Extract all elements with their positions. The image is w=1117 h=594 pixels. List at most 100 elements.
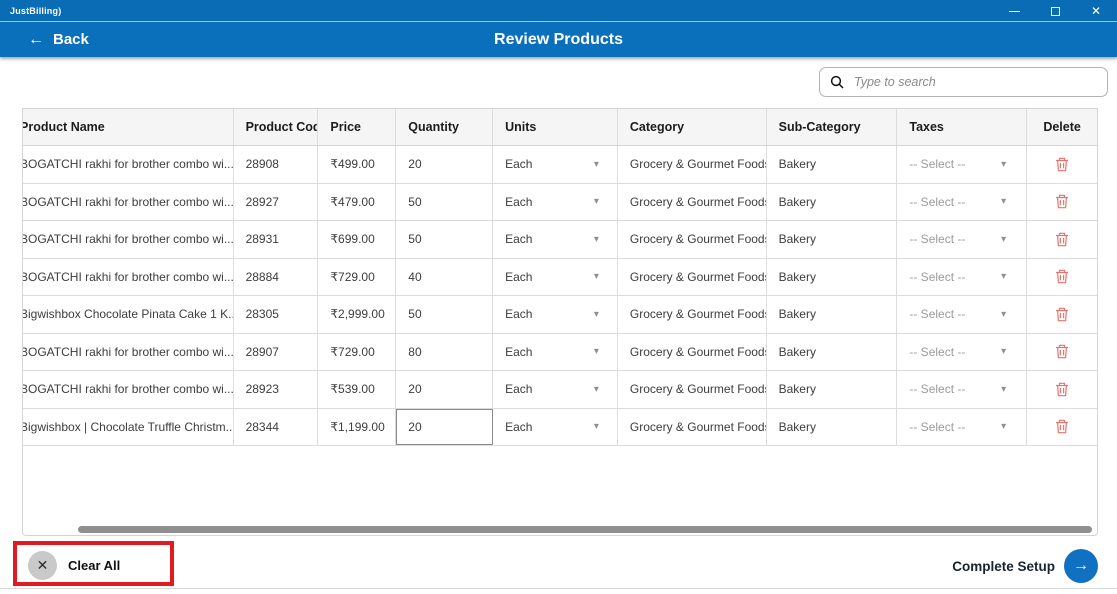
subcategory-cell: Bakery: [767, 259, 898, 296]
taxes-select[interactable]: -- Select --▾: [897, 334, 1027, 371]
subcategory-cell: Bakery: [767, 221, 898, 258]
product-code-cell: 28344: [234, 409, 319, 446]
horizontal-scrollbar-thumb[interactable]: [78, 526, 1092, 533]
units-select[interactable]: Each▾: [493, 221, 618, 258]
chevron-down-icon: ▾: [594, 196, 599, 207]
units-select[interactable]: Each▾: [493, 409, 618, 446]
search-box[interactable]: [819, 67, 1108, 97]
subcategory-cell: Bakery: [767, 296, 898, 333]
chevron-down-icon: ▾: [594, 384, 599, 395]
products-table: Product Name Product Code Price Quantity…: [22, 108, 1098, 536]
price-cell: ₹699.00: [318, 221, 396, 258]
taxes-select[interactable]: -- Select --▾: [897, 146, 1027, 183]
quantity-input[interactable]: 50: [396, 296, 493, 333]
page-title: Review Products: [0, 22, 1117, 57]
price-cell: ₹1,199.00: [318, 409, 396, 446]
delete-button[interactable]: [1027, 409, 1097, 446]
column-header-category: Category: [618, 109, 767, 145]
minimize-icon: [1009, 11, 1020, 12]
maximize-button[interactable]: [1048, 4, 1062, 18]
taxes-select[interactable]: -- Select --▾: [897, 184, 1027, 221]
chevron-down-icon: ▾: [1001, 346, 1006, 357]
page-header: ← Back Review Products: [0, 22, 1117, 57]
clear-all-button[interactable]: ✕ Clear All: [28, 551, 120, 580]
arrow-right-icon: →: [1073, 557, 1089, 575]
close-button[interactable]: ✕: [1089, 4, 1103, 18]
product-code-cell: 28927: [234, 184, 319, 221]
quantity-input[interactable]: 40: [396, 259, 493, 296]
product-name-cell: BOGATCHI rakhi for brother combo wi...: [23, 184, 234, 221]
quantity-input[interactable]: 50: [396, 221, 493, 258]
trash-icon: [1055, 194, 1069, 209]
chevron-down-icon: ▾: [1001, 421, 1006, 432]
product-code-cell: 28305: [234, 296, 319, 333]
category-cell: Grocery & Gourmet Foods: [618, 221, 767, 258]
trash-icon: [1055, 157, 1069, 172]
subcategory-cell: Bakery: [767, 409, 898, 446]
units-select[interactable]: Each▾: [493, 296, 618, 333]
product-name-cell: BOGATCHI rakhi for brother combo wi...: [23, 146, 234, 183]
quantity-input[interactable]: 20: [396, 371, 493, 408]
product-name-cell: Bigwishbox Chocolate Pinata Cake 1 K...: [23, 296, 234, 333]
delete-button[interactable]: [1027, 334, 1097, 371]
category-cell: Grocery & Gourmet Foods: [618, 409, 767, 446]
delete-button[interactable]: [1027, 184, 1097, 221]
complete-setup-button[interactable]: Complete Setup →: [952, 549, 1098, 583]
subcategory-cell: Bakery: [767, 184, 898, 221]
chevron-down-icon: ▾: [1001, 309, 1006, 320]
chevron-down-icon: ▾: [594, 271, 599, 282]
product-code-cell: 28931: [234, 221, 319, 258]
product-name-cell: BOGATCHI rakhi for brother combo wi...: [23, 334, 234, 371]
table-row: Bigwishbox Chocolate Pinata Cake 1 K... …: [23, 296, 1097, 334]
delete-button[interactable]: [1027, 296, 1097, 333]
window-controls: ✕: [1007, 0, 1103, 22]
taxes-select[interactable]: -- Select --▾: [897, 371, 1027, 408]
trash-icon: [1055, 269, 1069, 284]
price-cell: ₹499.00: [318, 146, 396, 183]
delete-button[interactable]: [1027, 146, 1097, 183]
column-header-sub-category: Sub-Category: [767, 109, 898, 145]
chevron-down-icon: ▾: [1001, 234, 1006, 245]
units-select[interactable]: Each▾: [493, 184, 618, 221]
column-header-product-name: Product Name: [23, 109, 234, 145]
price-cell: ₹2,999.00: [318, 296, 396, 333]
taxes-select[interactable]: -- Select --▾: [897, 221, 1027, 258]
app-window: JustBilling) ✕ ← Back Review Products Pr…: [0, 0, 1117, 594]
units-select[interactable]: Each▾: [493, 334, 618, 371]
product-name-cell: Bigwishbox | Chocolate Truffle Christm..…: [23, 409, 234, 446]
category-cell: Grocery & Gourmet Foods: [618, 259, 767, 296]
quantity-input-focused[interactable]: 20: [396, 409, 493, 446]
taxes-select[interactable]: -- Select --▾: [897, 296, 1027, 333]
units-select[interactable]: Each▾: [493, 259, 618, 296]
taxes-select[interactable]: -- Select --▾: [897, 259, 1027, 296]
minimize-button[interactable]: [1007, 4, 1021, 18]
column-header-taxes: Taxes: [897, 109, 1027, 145]
delete-button[interactable]: [1027, 259, 1097, 296]
category-cell: Grocery & Gourmet Foods: [618, 146, 767, 183]
search-input[interactable]: [854, 75, 1097, 89]
trash-icon: [1055, 344, 1069, 359]
category-cell: Grocery & Gourmet Foods: [618, 296, 767, 333]
titlebar: JustBilling) ✕: [0, 0, 1117, 22]
quantity-input[interactable]: 50: [396, 184, 493, 221]
units-select[interactable]: Each▾: [493, 146, 618, 183]
chevron-down-icon: ▾: [594, 421, 599, 432]
units-select[interactable]: Each▾: [493, 371, 618, 408]
complete-setup-label: Complete Setup: [952, 559, 1055, 574]
product-code-cell: 28908: [234, 146, 319, 183]
trash-icon: [1055, 382, 1069, 397]
chevron-down-icon: ▾: [594, 346, 599, 357]
price-cell: ₹479.00: [318, 184, 396, 221]
delete-button[interactable]: [1027, 221, 1097, 258]
arrow-circle: →: [1064, 549, 1098, 583]
chevron-down-icon: ▾: [594, 309, 599, 320]
chevron-down-icon: ▾: [1001, 384, 1006, 395]
quantity-input[interactable]: 80: [396, 334, 493, 371]
category-cell: Grocery & Gourmet Foods: [618, 371, 767, 408]
taxes-select[interactable]: -- Select --▾: [897, 409, 1027, 446]
table-row: BOGATCHI rakhi for brother combo wi... 2…: [23, 146, 1097, 184]
delete-button[interactable]: [1027, 371, 1097, 408]
quantity-input[interactable]: 20: [396, 146, 493, 183]
table-row: BOGATCHI rakhi for brother combo wi... 2…: [23, 259, 1097, 297]
price-cell: ₹729.00: [318, 259, 396, 296]
